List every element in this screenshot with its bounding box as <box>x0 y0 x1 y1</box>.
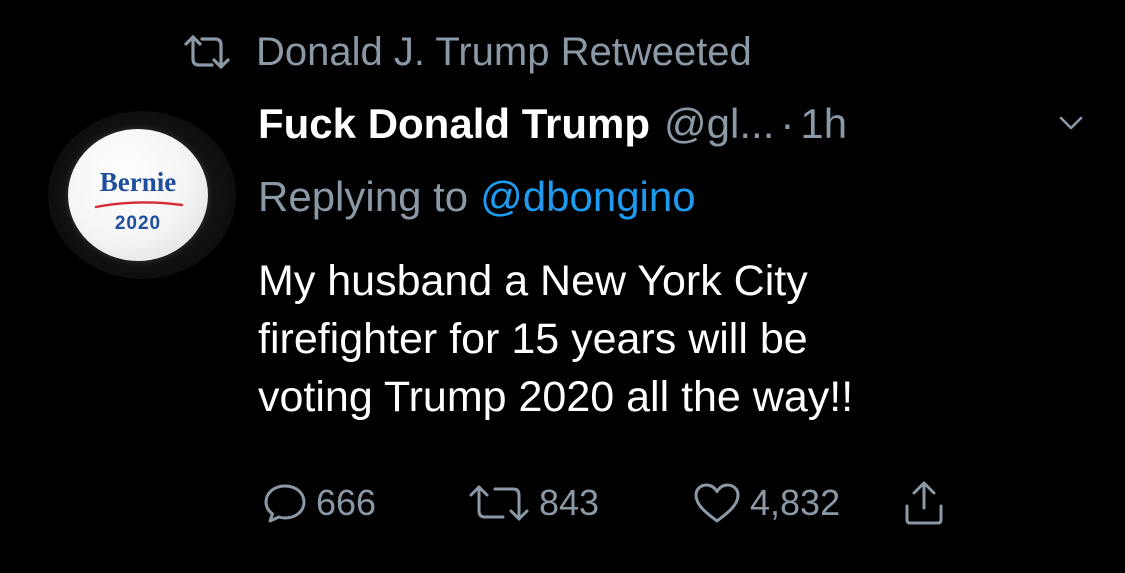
tweet-text-line: My husband a New York City <box>258 257 808 305</box>
like-button[interactable]: 4,832 <box>692 478 840 528</box>
display-name[interactable]: Fuck Donald Trump <box>258 100 650 148</box>
retweet-count: 843 <box>539 482 600 523</box>
replying-to-handle[interactable]: @dbongino <box>480 173 695 221</box>
tweet-actions: 666 843 4,832 <box>262 478 982 528</box>
user-handle[interactable]: @gl... <box>664 100 774 148</box>
like-icon <box>694 483 740 523</box>
chevron-down-icon[interactable] <box>1058 113 1084 133</box>
replying-to: Replying to @dbongino <box>258 168 696 226</box>
retweet-context-text[interactable]: Donald J. Trump Retweeted <box>256 30 752 75</box>
reply-button[interactable]: 666 <box>262 478 376 528</box>
tweet-header: Fuck Donald Trump @gl... · 1h <box>258 95 847 153</box>
retweet-icon <box>469 485 529 521</box>
tweet-text-line: firefighter for 15 years will be <box>258 315 808 363</box>
reply-count: 666 <box>316 482 377 523</box>
bernie-2020-button: Bernie 2020 <box>68 129 208 261</box>
like-count: 4,832 <box>750 482 841 523</box>
retweet-icon <box>184 35 230 69</box>
reply-icon <box>264 484 306 523</box>
tweet-text: My husband a New York City firefighter f… <box>258 252 1098 426</box>
avatar[interactable]: Bernie 2020 <box>48 111 236 279</box>
share-icon <box>905 481 943 525</box>
tweet-text-line: voting Trump 2020 all the way!! <box>258 373 854 421</box>
share-button[interactable] <box>902 478 954 528</box>
avatar-logo-year: 2020 <box>114 213 162 234</box>
tweet[interactable]: Donald J. Trump Retweeted Bernie 2020 Fu… <box>0 0 1125 573</box>
separator-dot: · <box>780 100 795 147</box>
retweet-context: Donald J. Trump Retweeted <box>182 24 752 80</box>
avatar-swoosh <box>94 201 184 209</box>
timestamp[interactable]: 1h <box>800 100 847 148</box>
avatar-logo-word: Bernie <box>99 167 177 197</box>
replying-to-label: Replying to <box>258 173 469 220</box>
retweet-button[interactable]: 843 <box>467 478 599 528</box>
